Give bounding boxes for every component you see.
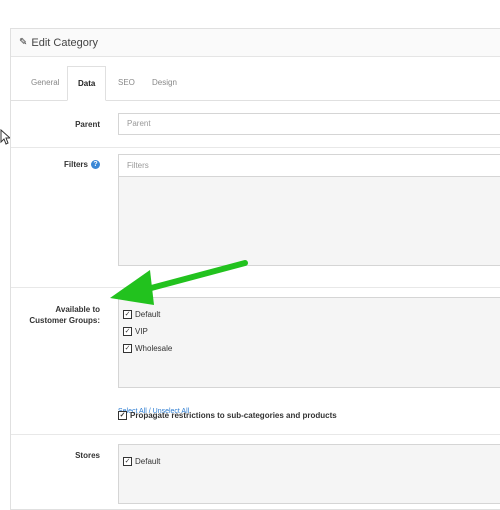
stores-box [118, 444, 500, 504]
checkbox-default[interactable]: ✓ Default [123, 310, 160, 319]
pencil-icon: ✎ [19, 37, 28, 48]
checkbox-label: VIP [135, 327, 148, 336]
tab-design[interactable]: Design [142, 66, 187, 100]
tab-data[interactable]: Data [67, 66, 107, 101]
customer-groups-label-line1: Available to [55, 305, 100, 314]
customer-groups-label: Available to Customer Groups: [15, 304, 100, 326]
customer-groups-label-line2: Customer Groups: [29, 316, 100, 325]
checkbox-checked-icon[interactable]: ✓ [123, 327, 132, 336]
checkbox-checked-icon[interactable]: ✓ [123, 310, 132, 319]
checkbox-checked-icon[interactable]: ✓ [123, 457, 132, 466]
tab-seo[interactable]: SEO [108, 66, 145, 100]
checkbox-wholesale[interactable]: ✓ Wholesale [123, 344, 172, 353]
panel-title: Edit Category [31, 36, 99, 49]
divider [11, 434, 500, 435]
panel-heading: ✎ Edit Category [11, 29, 500, 57]
parent-label: Parent [75, 120, 100, 129]
mouse-pointer-icon [0, 129, 10, 145]
checkbox-label: Wholesale [135, 344, 173, 353]
parent-input[interactable]: Parent [118, 113, 500, 135]
edit-category-panel: ✎ Edit Category General Data SEO Design … [10, 28, 500, 510]
stores-label: Stores [75, 451, 100, 460]
checkbox-store-default[interactable]: ✓ Default [123, 457, 160, 466]
checkbox-vip[interactable]: ✓ VIP [123, 327, 148, 336]
checkbox-checked-icon[interactable]: ✓ [123, 344, 132, 353]
tab-bar: General Data SEO Design [11, 66, 500, 101]
divider [11, 287, 500, 288]
checkbox-label: Default [135, 457, 161, 466]
propagate-label: Propagate restrictions to sub-categories… [130, 411, 337, 420]
divider [11, 147, 500, 148]
checkbox-checked-icon[interactable]: ✓ [118, 411, 127, 420]
help-icon[interactable]: ? [91, 160, 100, 170]
filters-input[interactable]: Filters [118, 154, 500, 177]
propagate-checkbox[interactable]: ✓ Propagate restrictions to sub-categori… [118, 411, 337, 420]
tab-general[interactable]: General [21, 66, 69, 100]
checkbox-label: Default [135, 310, 161, 319]
filters-label: Filters? [41, 160, 100, 170]
filters-list [118, 177, 500, 266]
customer-groups-box [118, 297, 500, 388]
filters-label-text: Filters [63, 160, 88, 169]
